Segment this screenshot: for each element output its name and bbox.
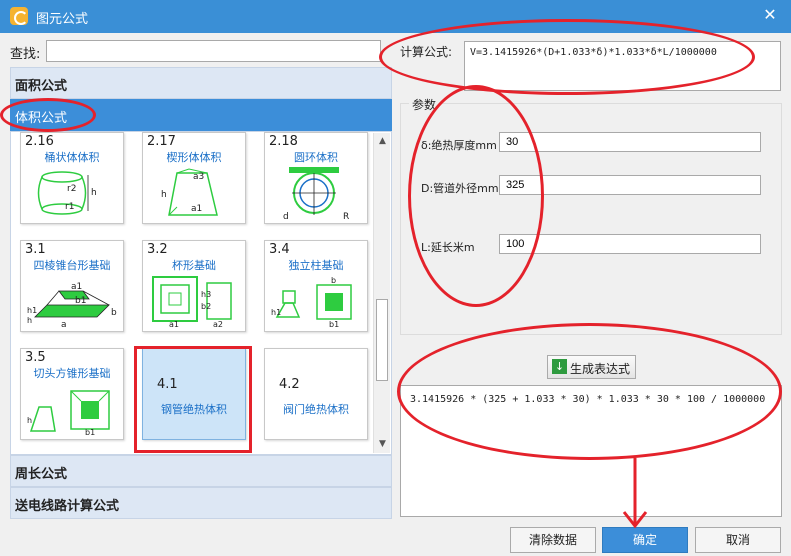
card-number: 3.1 xyxy=(25,242,46,257)
svg-text:b2: b2 xyxy=(201,302,211,311)
download-arrow-icon: ↓ xyxy=(552,359,567,374)
card-name: 独立柱基础 xyxy=(288,259,344,272)
window-title: 图元公式 xyxy=(36,12,89,27)
search-input[interactable] xyxy=(46,40,381,62)
scroll-thumb[interactable] xyxy=(376,299,388,381)
close-icon[interactable]: ✕ xyxy=(759,4,781,26)
svg-text:a1: a1 xyxy=(71,282,82,292)
frustum-diagram: a1 b1 h1 h a b xyxy=(27,282,117,329)
group-volume-formula[interactable]: 体积公式 xyxy=(10,99,392,131)
svg-text:d: d xyxy=(283,212,289,221)
wedge-diagram: a3 a1 h xyxy=(161,168,218,216)
svg-text:h: h xyxy=(91,188,97,198)
card-number: 3.4 xyxy=(269,242,290,257)
svg-text:a2: a2 xyxy=(213,320,223,329)
generate-expression-label: 生成表达式 xyxy=(570,362,631,376)
formula-card[interactable]: 3.5 切头方锥形基础 h b1 xyxy=(20,348,124,440)
group-area-formula[interactable]: 面积公式 xyxy=(10,67,392,99)
formula-card[interactable]: 2.17 楔形体体积 a3 a1 h xyxy=(142,132,246,224)
card-name: 阀门绝热体积 xyxy=(283,403,349,416)
group-power-line-formula[interactable]: 送电线路计算公式 xyxy=(10,487,392,519)
app-icon xyxy=(10,7,28,25)
card-number: 3.2 xyxy=(147,242,168,257)
formula-card[interactable]: 4.2 阀门绝热体积 xyxy=(264,348,368,440)
truncated-pyramid-diagram: h b1 xyxy=(27,390,110,437)
svg-text:h1: h1 xyxy=(271,308,281,317)
generate-expression-button[interactable]: ↓ 生成表达式 xyxy=(547,355,636,379)
svg-text:h: h xyxy=(27,416,32,425)
param-label-thickness: δ:绝热厚度mm xyxy=(421,139,497,152)
formula-card[interactable]: 3.2 杯形基础 h3 b2 a1 a2 xyxy=(142,240,246,332)
card-number: 2.18 xyxy=(269,134,298,149)
param-input-length[interactable] xyxy=(499,234,761,254)
formula-card[interactable]: 3.1 四棱锥台形基础 a1 b1 h1 h a b xyxy=(20,240,124,332)
svg-text:r2: r2 xyxy=(67,184,76,194)
formula-card[interactable]: 3.4 独立柱基础 h1 b b1 xyxy=(264,240,368,332)
card-name: 圆环体积 xyxy=(294,151,338,164)
card-name: 四棱锥台形基础 xyxy=(33,259,111,272)
svg-text:R: R xyxy=(343,212,349,221)
cup-foundation-diagram: h3 b2 a1 a2 xyxy=(152,276,232,329)
search-label: 查找: xyxy=(10,47,41,62)
card-name: 桶状体体积 xyxy=(44,151,100,164)
column-foundation-diagram: h1 b b1 xyxy=(271,276,352,329)
param-input-diameter[interactable] xyxy=(499,175,761,195)
parameters-group: 参数 δ:绝热厚度mm D:管道外径mm L:延长米m xyxy=(400,96,782,335)
barrel-diagram: r2 r1 h xyxy=(37,171,97,215)
expression-result-field[interactable]: 3.1415926 * (325 + 1.033 * 30) * 1.033 *… xyxy=(400,385,782,517)
card-name: 楔形体体积 xyxy=(166,151,222,164)
svg-text:h3: h3 xyxy=(201,290,211,299)
card-name: 切头方锥形基础 xyxy=(33,367,111,380)
torus-diagram: d R xyxy=(283,167,349,221)
svg-text:a3: a3 xyxy=(193,172,204,182)
svg-text:b1: b1 xyxy=(75,296,86,306)
scroll-up-icon[interactable]: ▲ xyxy=(374,133,391,150)
param-label-length: L:延长米m xyxy=(421,241,475,254)
formula-card[interactable]: 2.18 圆环体积 d R xyxy=(264,132,368,224)
svg-text:a: a xyxy=(61,320,67,329)
svg-text:h1: h1 xyxy=(27,306,37,315)
svg-text:b1: b1 xyxy=(85,428,95,437)
annotation-arrow xyxy=(622,458,648,529)
selection-highlight xyxy=(134,346,252,453)
param-label-diameter: D:管道外径mm xyxy=(421,182,499,195)
clear-data-button[interactable]: 清除数据 xyxy=(510,527,596,553)
scroll-down-icon[interactable]: ▼ xyxy=(374,436,391,453)
formula-card[interactable]: 2.16 桶状体体积 r2 r1 h xyxy=(20,132,124,224)
card-number: 2.16 xyxy=(25,134,54,149)
svg-text:a1: a1 xyxy=(169,320,179,329)
svg-text:b: b xyxy=(331,276,336,285)
card-number: 4.2 xyxy=(279,377,300,392)
formula-field[interactable]: V=3.1415926*(D+1.033*δ)*1.033*δ*L/100000… xyxy=(464,41,781,91)
svg-text:r1: r1 xyxy=(65,202,74,212)
svg-text:b: b xyxy=(111,308,117,318)
card-number: 2.17 xyxy=(147,134,176,149)
card-name: 杯形基础 xyxy=(172,259,216,272)
title-bar: 图元公式 ✕ xyxy=(0,0,791,33)
parameters-legend: 参数 xyxy=(409,96,440,113)
card-number: 3.5 xyxy=(25,350,46,365)
group-perimeter-formula[interactable]: 周长公式 xyxy=(10,455,392,487)
svg-text:h: h xyxy=(161,190,167,200)
param-input-thickness[interactable] xyxy=(499,132,761,152)
svg-text:h: h xyxy=(27,316,32,325)
formula-label: 计算公式: xyxy=(400,45,453,59)
cancel-button[interactable]: 取消 xyxy=(695,527,781,553)
grid-scrollbar[interactable]: ▲ ▼ xyxy=(373,133,390,453)
ok-button[interactable]: 确定 xyxy=(602,527,688,553)
svg-text:b1: b1 xyxy=(329,320,339,329)
svg-text:a1: a1 xyxy=(191,204,202,214)
